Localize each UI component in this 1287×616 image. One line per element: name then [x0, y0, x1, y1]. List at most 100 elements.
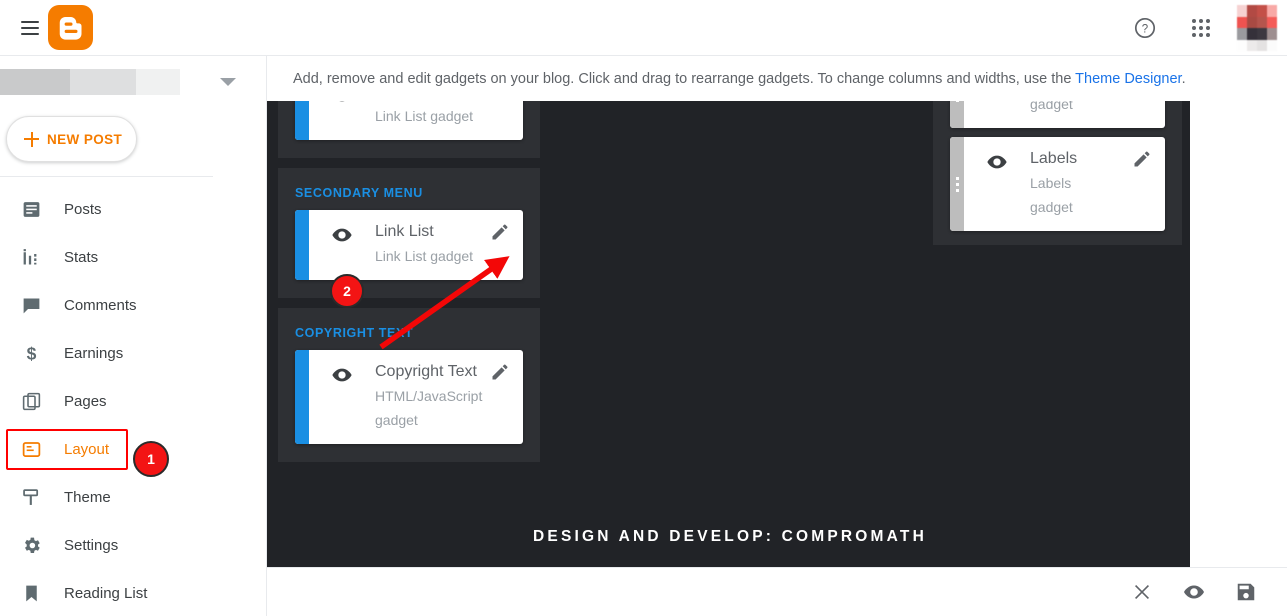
gadget-subtitle: Link List gadget: [375, 248, 474, 264]
gadget-body: Social Link List gadget: [309, 101, 523, 140]
gadget-card-copyright-text[interactable]: Copyright Text HTML/JavaScript gadget: [295, 350, 523, 444]
layout-section-copyright-text: COPYRIGHT TEXT Copyright Text HTML/JavaS…: [278, 308, 540, 462]
layout-column-left: Social Link List gadget SECONDARY MENU: [278, 101, 540, 472]
layout-section-secondary-menu: SECONDARY MENU Link List Link List gadge…: [278, 168, 540, 298]
footer-text: DESIGN AND DEVELOP: COMPROMATH: [533, 528, 927, 545]
comments-icon: [20, 294, 42, 316]
blogger-logo-icon[interactable]: [48, 5, 93, 50]
sidebar-item-layout[interactable]: Layout: [0, 425, 266, 473]
blog-selector[interactable]: [0, 56, 266, 102]
sidebar-item-label: Settings: [64, 536, 119, 554]
drag-handle[interactable]: [950, 101, 964, 128]
new-post-button[interactable]: NEW POST: [6, 116, 137, 162]
sidebar-item-label: Pages: [64, 392, 107, 410]
edit-pencil-icon[interactable]: [490, 222, 510, 242]
app-header: ?: [0, 0, 1287, 56]
gadget-body: Labels Labels gadget: [964, 137, 1165, 231]
banner-text: Add, remove and edit gadgets on your blo…: [293, 71, 1186, 87]
page-instructions-banner: Add, remove and edit gadgets on your blo…: [267, 56, 1287, 101]
save-icon[interactable]: [1233, 579, 1259, 605]
sidebar-item-label: Stats: [64, 248, 99, 266]
drag-dots-icon: [955, 176, 959, 192]
hamburger-menu-icon[interactable]: [11, 9, 49, 47]
sidebar-item-pages[interactable]: Pages: [0, 377, 266, 425]
layout-column-right: Featured Post gadget Labels Labels gadge…: [933, 101, 1182, 255]
sidebar-item-label: Reading List: [64, 584, 148, 602]
theme-icon: [20, 486, 42, 508]
drag-dots-icon: [955, 101, 959, 102]
stats-icon: [20, 246, 42, 268]
visibility-eye-icon[interactable]: [331, 364, 353, 386]
blog-name-redacted: [0, 69, 180, 95]
sidebar-item-posts[interactable]: Posts: [0, 185, 266, 233]
close-icon[interactable]: [1129, 579, 1155, 605]
help-icon[interactable]: ?: [1125, 8, 1165, 48]
earnings-icon: $: [20, 342, 42, 364]
gadget-body: Link List Link List gadget: [309, 210, 523, 280]
gadget-subtitle: Labels gadget: [1030, 175, 1073, 215]
theme-designer-link[interactable]: Theme Designer: [1075, 71, 1181, 87]
sidebar-item-label: Earnings: [64, 344, 124, 362]
gadget-body: Copyright Text HTML/JavaScript gadget: [309, 350, 523, 444]
annotation-step-1-badge: 1: [133, 441, 169, 477]
plus-icon: [24, 131, 39, 147]
visibility-eye-icon[interactable]: [986, 151, 1008, 173]
sidebar-item-reading-list[interactable]: Reading List: [0, 569, 266, 616]
drag-handle[interactable]: [295, 210, 309, 280]
drag-handle[interactable]: [295, 101, 309, 140]
blogger-layout-page: ? NEW POST Posts Stats Comments $ Earnin…: [0, 0, 1287, 616]
canvas-right-margin: [1190, 101, 1287, 567]
section-title: SECONDARY MENU: [295, 186, 423, 200]
account-avatar[interactable]: [1237, 5, 1277, 51]
sidebar-item-stats[interactable]: Stats: [0, 233, 266, 281]
bottom-action-bar: [267, 567, 1287, 616]
layout-canvas: Social Link List gadget SECONDARY MENU: [267, 101, 1190, 567]
layout-section: Social Link List gadget: [278, 101, 540, 158]
new-post-label: NEW POST: [47, 131, 123, 147]
sidebar-item-settings[interactable]: Settings: [0, 521, 266, 569]
edit-pencil-icon[interactable]: [490, 101, 510, 102]
posts-icon: [20, 198, 42, 220]
drag-handle[interactable]: [295, 350, 309, 444]
gadget-card-featured-post[interactable]: Featured Post gadget: [950, 101, 1165, 128]
apps-grid-dots: [1192, 19, 1210, 37]
svg-text:$: $: [26, 343, 36, 363]
drag-handle[interactable]: [950, 137, 964, 231]
banner-text-after: .: [1181, 70, 1186, 87]
left-sidebar: NEW POST Posts Stats Comments $ Earnings…: [0, 56, 267, 616]
edit-pencil-icon[interactable]: [1132, 149, 1152, 169]
reading-list-icon: [20, 582, 42, 604]
gadget-card-labels[interactable]: Labels Labels gadget: [950, 137, 1165, 231]
svg-text:?: ?: [1142, 23, 1148, 35]
sidebar-item-label: Posts: [64, 200, 102, 218]
annotation-step-2-badge: 2: [330, 274, 364, 308]
banner-text-before: Add, remove and edit gadgets on your blo…: [293, 70, 1076, 87]
layout-icon: [20, 438, 42, 460]
gadget-subtitle: Link List gadget: [375, 108, 474, 124]
sidebar-item-theme[interactable]: Theme: [0, 473, 266, 521]
chevron-down-icon[interactable]: [220, 78, 236, 86]
preview-eye-icon[interactable]: [1181, 579, 1207, 605]
pages-icon: [20, 390, 42, 412]
sidebar-item-earnings[interactable]: $ Earnings: [0, 329, 266, 377]
settings-icon: [20, 534, 42, 556]
sidebar-item-label: Layout: [64, 440, 110, 458]
sidebar-item-label: Comments: [64, 296, 137, 314]
gadget-card-link-list[interactable]: Link List Link List gadget: [295, 210, 523, 280]
sidebar-item-label: Theme: [64, 488, 111, 506]
sidebar-divider: [0, 176, 213, 177]
section-title: COPYRIGHT TEXT: [295, 326, 414, 340]
visibility-eye-icon[interactable]: [331, 101, 353, 106]
site-footer-preview: DESIGN AND DEVELOP: COMPROMATH: [278, 507, 1182, 567]
gadget-body: Featured Post gadget: [964, 101, 1165, 128]
sidebar-item-comments[interactable]: Comments: [0, 281, 266, 329]
gadget-subtitle: Featured Post gadget: [1030, 101, 1073, 112]
google-apps-icon[interactable]: [1181, 8, 1221, 48]
sidebar-nav: Posts Stats Comments $ Earnings Pages La…: [0, 185, 266, 616]
layout-section-sidebar: Featured Post gadget Labels Labels gadge…: [933, 101, 1182, 245]
gadget-card-social[interactable]: Social Link List gadget: [295, 101, 523, 140]
visibility-eye-icon[interactable]: [331, 224, 353, 246]
header-actions: ?: [1125, 0, 1279, 56]
edit-pencil-icon[interactable]: [490, 362, 510, 382]
gadget-subtitle: HTML/JavaScript gadget: [375, 388, 483, 428]
